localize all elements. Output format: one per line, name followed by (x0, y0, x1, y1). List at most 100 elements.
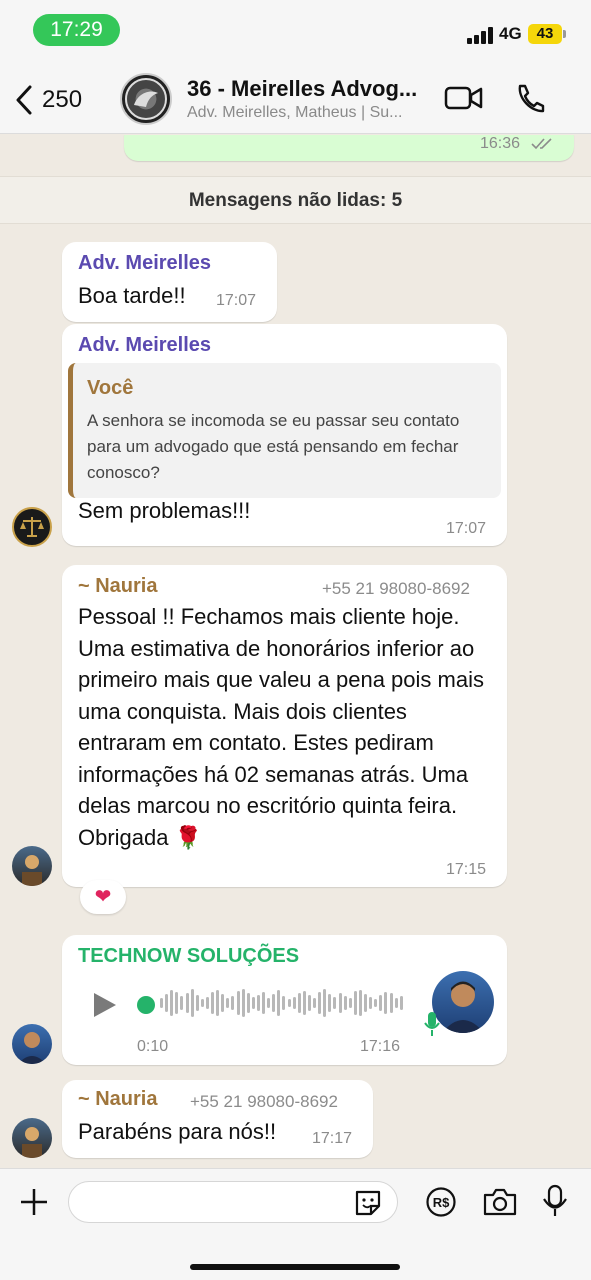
waveform-bar (251, 997, 255, 1009)
voice-waveform[interactable] (160, 988, 408, 1018)
waveform-bar (282, 996, 286, 1010)
waveform-bar (348, 998, 352, 1008)
waveform-bar (170, 990, 174, 1016)
waveform-bar (221, 994, 225, 1012)
waveform-bar (190, 989, 194, 1017)
sender-name[interactable]: ~ Nauria (78, 575, 157, 598)
status-bar: 17:29 4G 43 (0, 0, 591, 64)
sender-phone: +55 21 98080-8692 (322, 579, 470, 598)
message-text: Parabéns para nós!! (78, 1119, 277, 1144)
quoted-text: A senhora se incomoda se eu passar seu c… (87, 411, 460, 482)
back-button[interactable]: 250 (14, 80, 82, 120)
chat-area[interactable]: 16:36 Mensagens não lidas: 5 Adv. Meirel… (0, 135, 591, 1168)
waveform-bar (353, 991, 357, 1015)
avatar[interactable] (12, 1118, 52, 1158)
avatar[interactable] (12, 507, 52, 547)
waveform-bar (236, 991, 240, 1015)
quoted-message[interactable]: Você A senhora se incomoda se eu passar … (68, 363, 501, 498)
scales-logo-icon (20, 517, 44, 537)
message-bubble[interactable]: Adv. Meirelles Boa tarde!! 17:07 (62, 242, 277, 322)
pix-icon[interactable]: R$ (425, 1186, 457, 1218)
waveform-bar (323, 989, 327, 1017)
group-title[interactable]: 36 - Meirelles Advog... (187, 76, 432, 102)
play-icon[interactable] (92, 991, 118, 1019)
svg-text:R$: R$ (433, 1195, 450, 1210)
message-input[interactable] (68, 1181, 398, 1223)
message-time: 17:16 (360, 1038, 401, 1055)
waveform-bar (180, 996, 184, 1010)
sender-name[interactable]: TECHNOW SOLUÇÕES (78, 945, 299, 968)
waveform-bar (318, 992, 322, 1014)
avatar[interactable] (12, 846, 52, 886)
video-call-icon[interactable] (444, 84, 484, 112)
sender-name[interactable]: Adv. Meirelles (78, 334, 211, 357)
message-bubble[interactable]: ~ Nauria +55 21 98080-8692 Pessoal !! Fe… (62, 565, 507, 887)
group-avatar[interactable] (120, 73, 172, 125)
playback-dot[interactable] (137, 996, 155, 1014)
sticker-icon[interactable] (353, 1188, 383, 1218)
group-logo-icon (125, 78, 167, 120)
waveform-bar (211, 992, 214, 1014)
waveform-bar (256, 995, 260, 1011)
heart-reaction[interactable]: ❤ (80, 880, 126, 914)
message-bubble[interactable]: ~ Nauria +55 21 98080-8692 Parabéns para… (62, 1080, 373, 1158)
waveform-bar (369, 997, 373, 1009)
status-time: 17:29 (33, 14, 120, 46)
outgoing-message[interactable]: 16:36 (124, 135, 574, 161)
sender-phone: +55 21 98080-8692 (190, 1092, 338, 1111)
avatar[interactable] (12, 1024, 52, 1064)
phone-icon[interactable] (514, 82, 546, 114)
waveform-bar (185, 993, 189, 1013)
waveform-bar (328, 994, 332, 1012)
sender-name[interactable]: ~ Nauria (78, 1088, 157, 1111)
quoted-sender: Você (87, 377, 134, 399)
waveform-bar (160, 998, 163, 1008)
waveform-bar (292, 997, 296, 1009)
waveform-bar (216, 990, 220, 1016)
waveform-bar (262, 992, 265, 1014)
waveform-bar (267, 998, 271, 1008)
profile-photo-icon (442, 981, 484, 1033)
waveform-bar (333, 997, 337, 1009)
voice-sender-avatar (432, 971, 494, 1033)
sender-name[interactable]: Adv. Meirelles (78, 252, 211, 275)
input-bar: R$ (0, 1168, 591, 1280)
message-text: Pessoal !! Fechamos mais cliente hoje. U… (78, 604, 484, 850)
waveform-bar (297, 993, 301, 1013)
waveform-bar (302, 991, 306, 1015)
profile-photo-icon (22, 855, 42, 886)
plus-icon[interactable] (18, 1186, 50, 1218)
waveform-bar (231, 996, 235, 1010)
network-type: 4G (499, 24, 522, 43)
mic-icon (424, 1012, 440, 1036)
battery-level: 43 (528, 24, 562, 44)
message-time: 17:07 (216, 292, 257, 309)
message-time: 16:36 (480, 135, 521, 152)
waveform-bar (200, 999, 204, 1007)
waveform-bar (226, 998, 230, 1008)
waveform-bar (338, 993, 342, 1013)
microphone-icon[interactable] (542, 1184, 568, 1218)
camera-icon[interactable] (482, 1187, 518, 1217)
waveform-bar (343, 996, 347, 1010)
waveform-bar (389, 993, 393, 1013)
unread-chats-count: 250 (42, 86, 83, 113)
back-chevron-icon (16, 85, 32, 115)
waveform-bar (364, 994, 367, 1012)
waveform-bar (277, 990, 281, 1016)
waveform-bar (241, 989, 245, 1017)
waveform-bar (374, 999, 378, 1007)
waveform-bar (195, 995, 199, 1011)
waveform-bar (384, 992, 388, 1014)
waveform-bar (399, 996, 403, 1010)
message-time: 17:07 (446, 520, 487, 537)
voice-duration: 0:10 (137, 1038, 169, 1055)
waveform-bar (287, 999, 291, 1007)
waveform-bar (307, 995, 311, 1011)
waveform-bar (205, 997, 209, 1009)
message-text: Sem problemas!!! (78, 498, 251, 523)
message-time: 17:15 (446, 861, 487, 878)
message-time: 17:17 (312, 1130, 353, 1147)
waveform-bar (379, 995, 383, 1011)
group-members[interactable]: Adv. Meirelles, Matheus | Su... (187, 104, 432, 122)
